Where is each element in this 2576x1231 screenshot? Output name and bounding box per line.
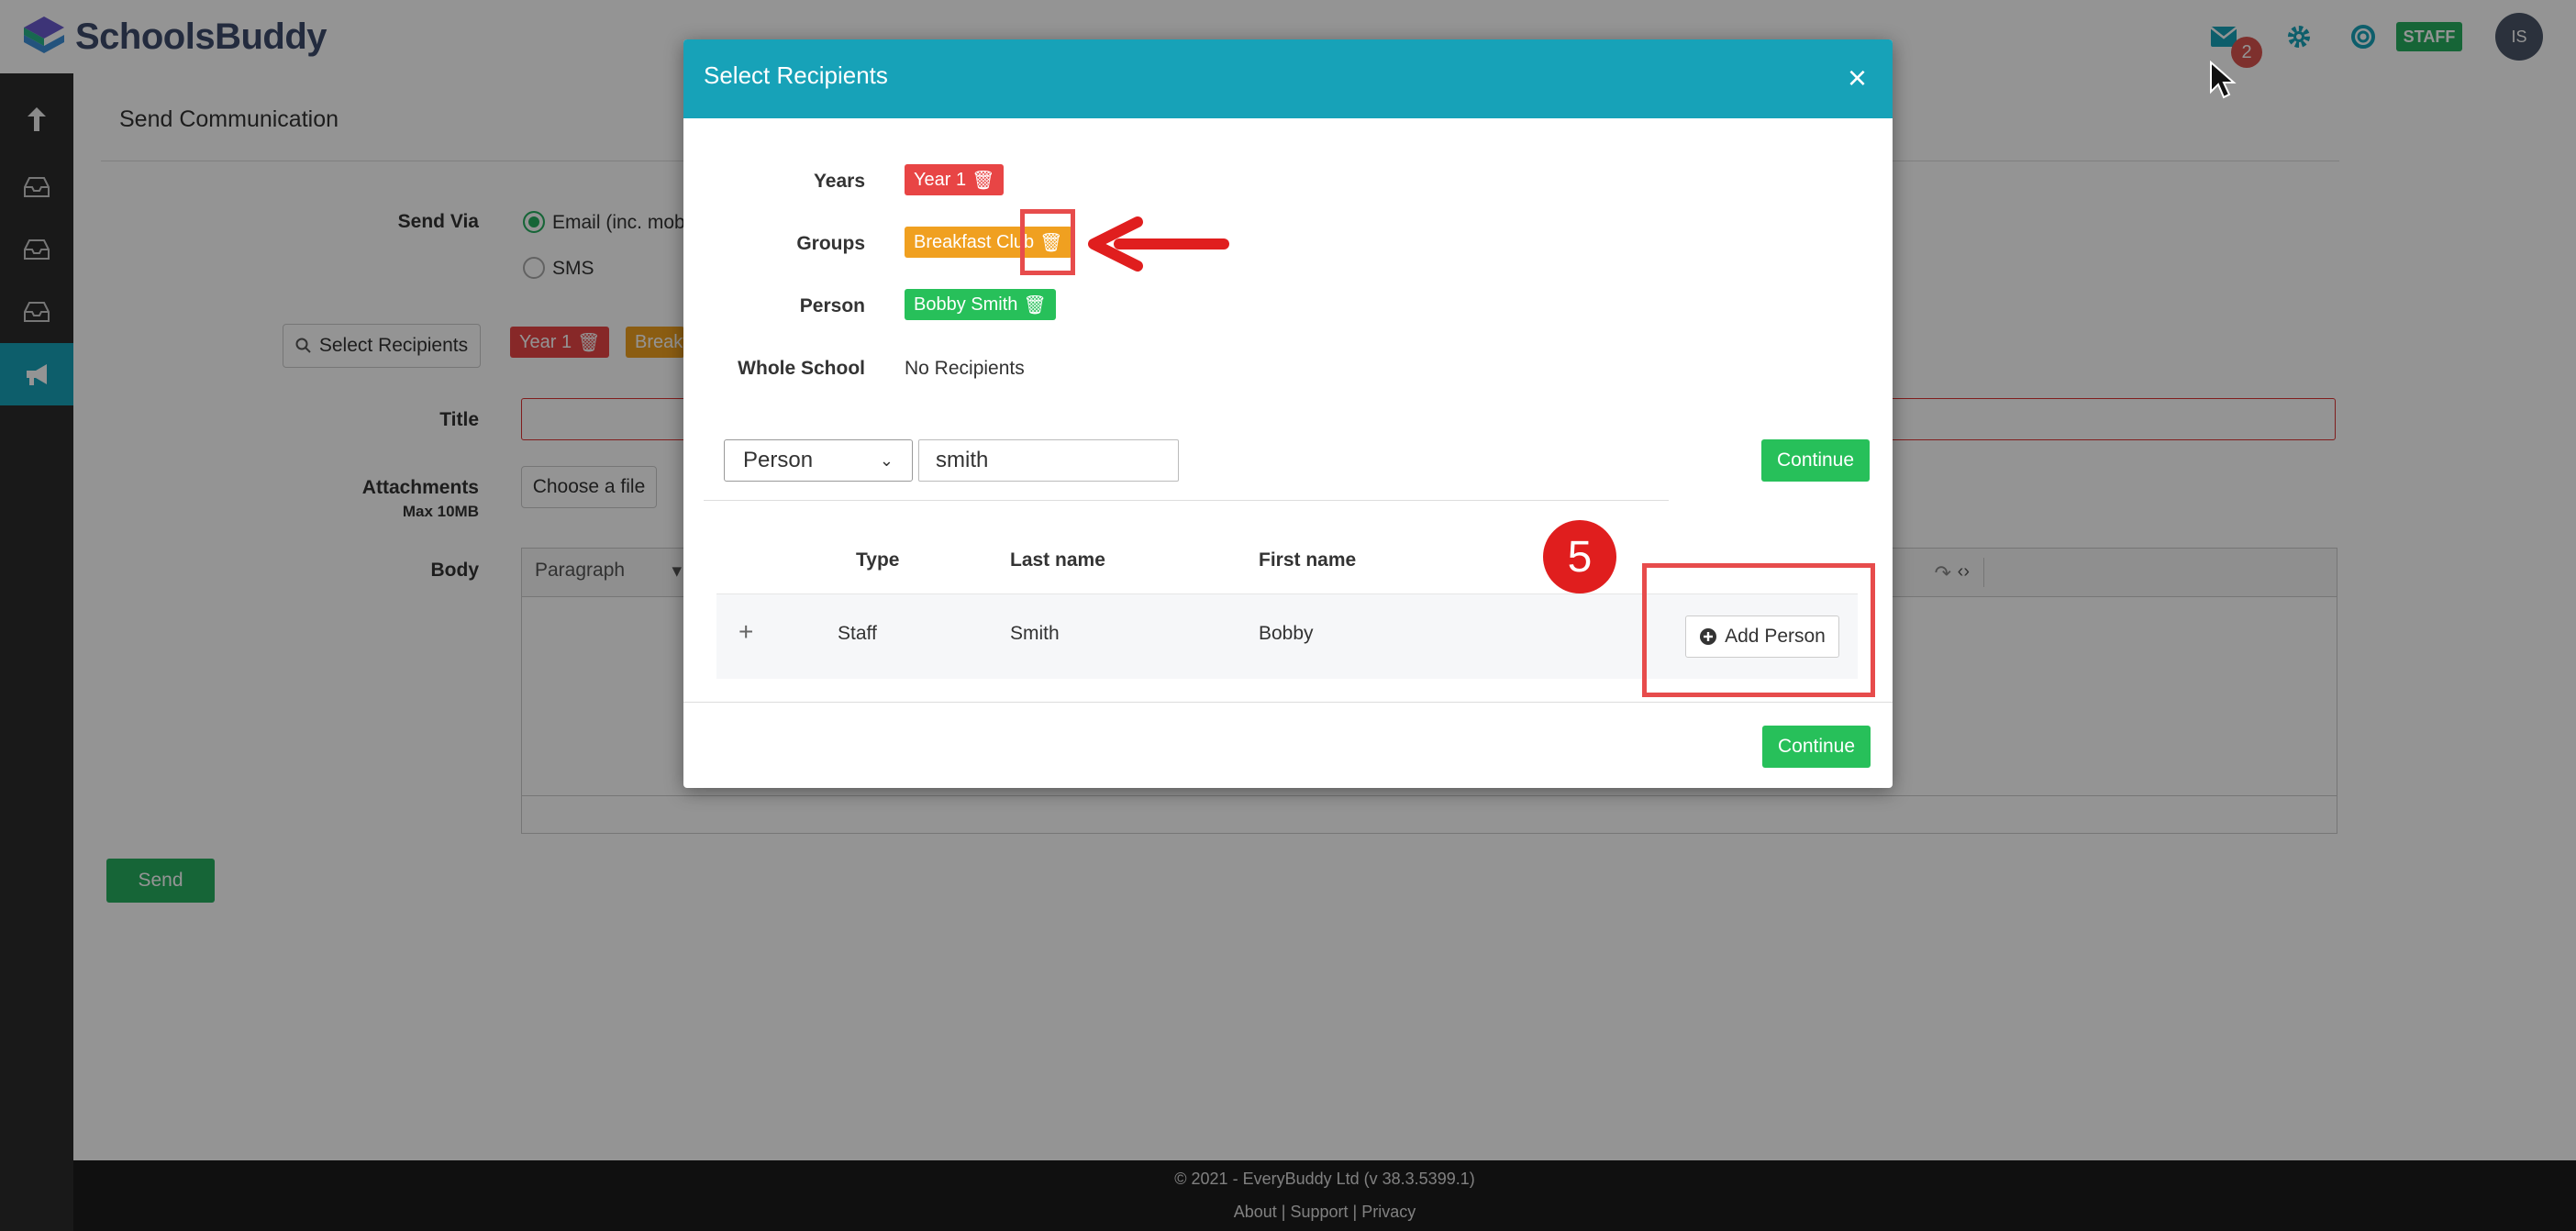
tag-label: Breakfast Club [914, 231, 1035, 252]
search-input[interactable]: smith [918, 439, 1179, 482]
mouse-cursor-icon [2210, 61, 2237, 99]
whole-school-value: No Recipients [905, 358, 1025, 379]
red-arrow-icon [1088, 216, 1229, 272]
tag-label: Year 1 [914, 169, 967, 190]
continue-button-top[interactable]: Continue [1761, 439, 1870, 482]
highlight-box-trash [1020, 209, 1075, 275]
trash-icon[interactable]: 🗑 [1023, 294, 1046, 316]
tag-label: Bobby Smith [914, 294, 1018, 315]
expand-row-icon[interactable]: + [738, 617, 753, 647]
cell-type: Staff [838, 623, 877, 644]
divider [683, 702, 1893, 703]
years-label: Years [813, 171, 865, 192]
column-header-last-name[interactable]: Last name [1010, 549, 1105, 571]
cell-first-name: Bobby [1259, 623, 1314, 644]
continue-button-bottom[interactable]: Continue [1762, 726, 1871, 768]
groups-label: Groups [796, 233, 865, 254]
step-number-badge: 5 [1543, 520, 1616, 593]
person-tag[interactable]: Bobby Smith 🗑 [905, 289, 1056, 320]
search-type-select[interactable]: Person ⌄ [724, 439, 913, 482]
highlight-box-add-person [1642, 563, 1875, 697]
divider [704, 500, 1669, 501]
chevron-down-icon: ⌄ [879, 450, 894, 470]
modal-header: Select Recipients × [683, 39, 1893, 118]
modal-title: Select Recipients [704, 61, 888, 89]
year-tag[interactable]: Year 1 🗑 [905, 164, 1005, 195]
close-icon[interactable]: × [1848, 60, 1867, 96]
whole-school-label: Whole School [738, 358, 865, 379]
column-header-type[interactable]: Type [856, 549, 899, 571]
cell-last-name: Smith [1010, 623, 1060, 644]
trash-icon[interactable]: 🗑 [972, 169, 994, 192]
search-type-value: Person [743, 448, 814, 472]
person-label: Person [799, 295, 865, 316]
column-header-first-name[interactable]: First name [1259, 549, 1356, 571]
